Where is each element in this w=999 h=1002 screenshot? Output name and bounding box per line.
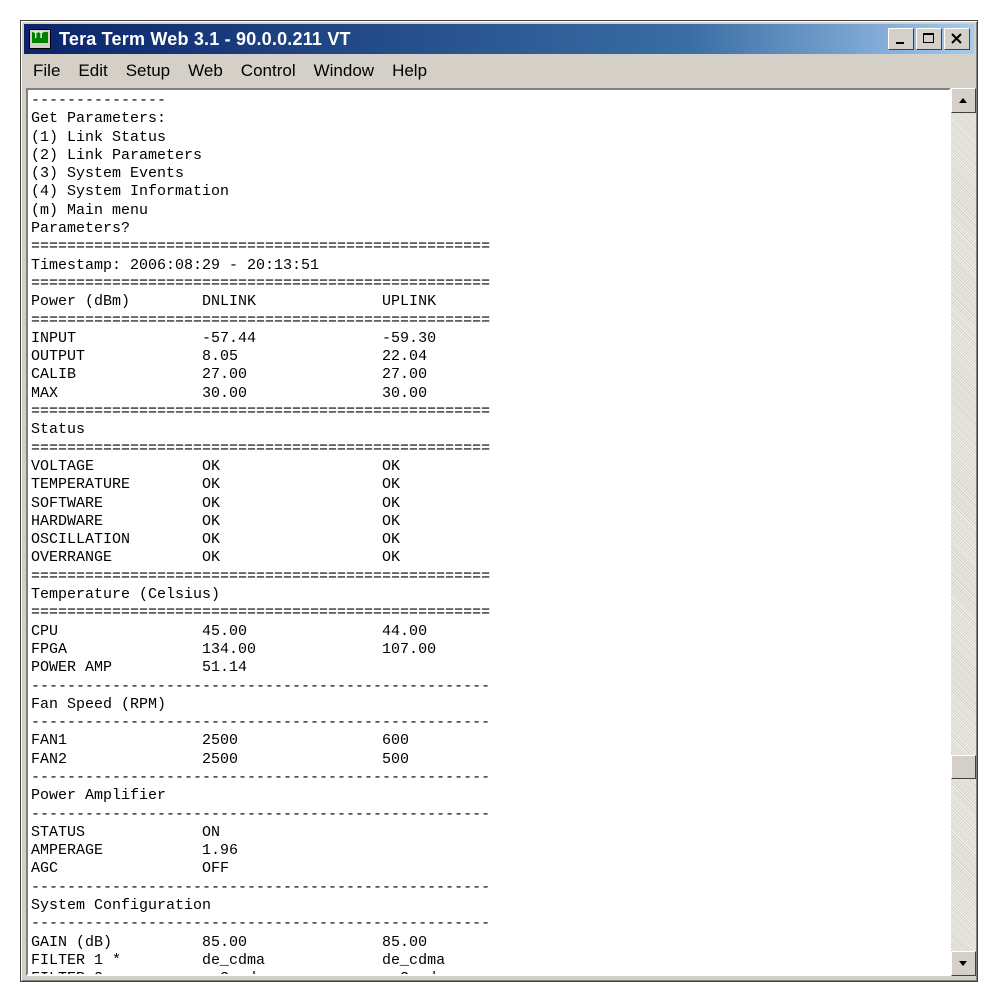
terminal-line: ----------------------------------------… — [31, 915, 491, 933]
menu-file[interactable]: File — [24, 56, 69, 86]
terminal-line: (m) Main menu — [31, 201, 149, 219]
minimize-icon — [896, 42, 904, 44]
menu-help[interactable]: Help — [383, 56, 436, 86]
terminal-line: HARDWARE OK OK — [31, 512, 401, 530]
terminal-line: (4) System Information — [31, 183, 230, 201]
terminal-line: SOFTWARE OK OK — [31, 494, 401, 512]
terminal-line: ========================================… — [31, 604, 491, 622]
close-icon — [951, 33, 962, 44]
terminal-line: OVERRANGE OK OK — [31, 549, 401, 567]
terminal-line: STATUS ON — [31, 823, 221, 841]
terminal-line: CALIB 27.00 27.00 — [31, 366, 428, 384]
terminal-line: ========================================… — [31, 274, 491, 292]
terminal-line: (2) Link Parameters — [31, 146, 203, 164]
scroll-down-arrow-icon — [959, 961, 967, 966]
terminal-line: FAN1 2500 600 — [31, 732, 410, 750]
menu-bar: File Edit Setup Web Control Window Help — [24, 56, 974, 86]
terminal-line: FPGA 134.00 107.00 — [31, 640, 437, 658]
menu-web[interactable]: Web — [179, 56, 232, 86]
terminal-line: Power (dBm) DNLINK UPLINK — [31, 293, 437, 311]
terminal-line: AGC OFF — [31, 860, 230, 878]
terminal-line: FILTER 2 ac3_cdma ac3_cdma — [31, 970, 490, 974]
terminal-line: FILTER 1 * de_cdma de_cdma — [31, 951, 446, 969]
terminal-output: --------------- Get Parameters: (1) Link S… — [31, 92, 491, 974]
terminal-line: Timestamp: 2006:08:29 - 20:13:51 — [31, 256, 320, 274]
terminal-line: Power Amplifier — [31, 787, 167, 805]
tera-term-icon[interactable]: TT — [29, 29, 51, 49]
terminal-line: ----------------------------------------… — [31, 768, 491, 786]
terminal-line: Status — [31, 421, 86, 439]
terminal-line: GAIN (dB) 85.00 85.00 — [31, 933, 428, 951]
terminal-line: ========================================… — [31, 238, 491, 256]
terminal-line: (3) System Events — [31, 165, 185, 183]
terminal-line: ========================================… — [31, 567, 491, 585]
terminal-line: ========================================… — [31, 311, 491, 329]
scroll-up-button[interactable] — [951, 88, 976, 113]
maximize-button[interactable] — [916, 28, 942, 50]
scroll-down-button[interactable] — [951, 951, 976, 976]
terminal-line: System Configuration — [31, 897, 212, 915]
terminal-line: MAX 30.00 30.00 — [31, 384, 428, 402]
tera-term-window: TT Tera Term Web 3.1 - 90.0.0.211 VT Fil… — [20, 20, 978, 982]
terminal-line: OUTPUT 8.05 22.04 — [31, 348, 428, 366]
menu-edit[interactable]: Edit — [69, 56, 116, 86]
terminal-line: OSCILLATION OK OK — [31, 531, 401, 549]
close-button[interactable] — [944, 28, 970, 50]
scroll-thumb[interactable] — [951, 755, 976, 779]
terminal-line: ----------------------------------------… — [31, 805, 491, 823]
scroll-up-arrow-icon — [959, 98, 967, 103]
menu-control[interactable]: Control — [232, 56, 305, 86]
terminal-line: ========================================… — [31, 403, 491, 421]
terminal-line: Fan Speed (RPM) — [31, 695, 167, 713]
terminal-line: Temperature (Celsius) — [31, 586, 221, 604]
terminal-line: Get Parameters: — [31, 110, 167, 128]
terminal-screen[interactable]: --------------- Get Parameters: (1) Link S… — [26, 88, 951, 976]
terminal-line: VOLTAGE OK OK — [31, 457, 401, 475]
terminal-line: (1) Link Status — [31, 128, 167, 146]
terminal-line: INPUT -57.44 -59.30 — [31, 329, 437, 347]
terminal-line: TEMPERATURE OK OK — [31, 476, 401, 494]
window-title: Tera Term Web 3.1 - 90.0.0.211 VT — [59, 28, 351, 49]
menu-window[interactable]: Window — [305, 56, 383, 86]
terminal-line: Parameters? — [31, 220, 131, 238]
maximize-icon — [923, 33, 934, 43]
terminal-line: ----------------------------------------… — [31, 878, 491, 896]
minimize-button[interactable] — [888, 28, 914, 50]
terminal-line: POWER AMP 51.14 — [31, 659, 248, 677]
title-bar[interactable]: TT Tera Term Web 3.1 - 90.0.0.211 VT — [24, 24, 974, 54]
terminal-line: ----------------------------------------… — [31, 714, 491, 732]
menu-setup[interactable]: Setup — [117, 56, 179, 86]
terminal-line: FAN2 2500 500 — [31, 750, 410, 768]
vertical-scrollbar[interactable] — [951, 88, 976, 976]
terminal-line: AMPERAGE 1.96 — [31, 842, 239, 860]
caption-buttons — [888, 28, 970, 50]
terminal-line: CPU 45.00 44.00 — [31, 622, 428, 640]
terminal-line: ========================================… — [31, 439, 491, 457]
terminal-line: ----------------------------------------… — [31, 677, 491, 695]
terminal-line: --------------- — [31, 92, 167, 109]
